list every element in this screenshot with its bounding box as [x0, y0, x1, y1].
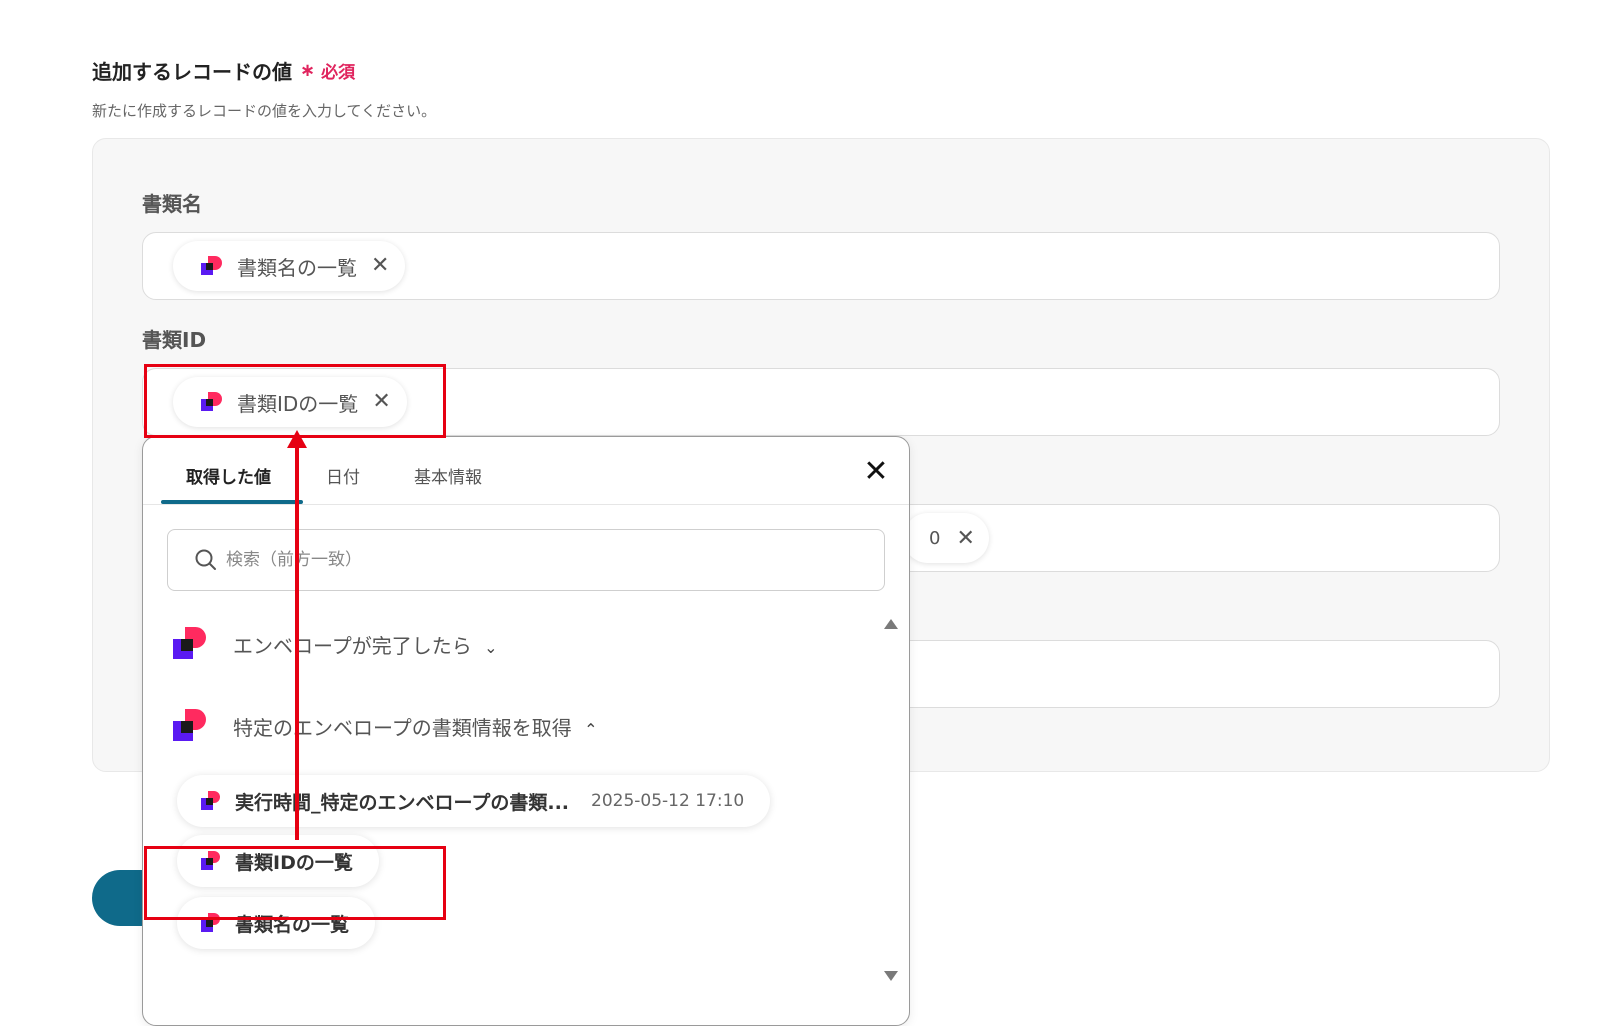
scrollbar[interactable]	[881, 615, 901, 995]
group-envelope-completed[interactable]: エンベロープが完了したら ⌄	[173, 627, 498, 661]
scroll-up-arrow-icon[interactable]	[884, 619, 898, 629]
chip-label-tail: 0	[929, 527, 941, 549]
required-asterisk: ∗	[300, 60, 316, 81]
group-label: エンベロープが完了したら	[233, 633, 472, 658]
chevron-up-icon[interactable]: ⌃	[584, 720, 597, 739]
search-field[interactable]	[167, 529, 885, 591]
annotation-arrow-up-icon	[287, 430, 307, 448]
remove-chip-icon[interactable]: ✕	[956, 526, 974, 551]
search-icon	[195, 549, 216, 570]
highlight-box-doc-id-item	[144, 846, 446, 920]
value-picker-popup: 取得した値 日付 基本情報 ✕ エンベロープが完了したら ⌄	[142, 436, 910, 1026]
app-logo-icon	[173, 627, 207, 661]
app-logo-icon	[201, 791, 221, 811]
active-tab-indicator	[161, 500, 303, 504]
value-item-preview: 2025-05-12 17:10	[591, 791, 745, 811]
app-logo-icon	[201, 255, 223, 277]
section-title-text: 追加するレコードの値	[92, 60, 292, 84]
tab-fetched-values[interactable]: 取得した値	[186, 463, 271, 488]
field-label-doc-id: 書類ID	[142, 328, 207, 352]
popup-tabs: 取得した値 日付 基本情報	[143, 437, 909, 505]
section-description: 新たに作成するレコードの値を入力してください。	[92, 102, 437, 120]
field-doc-name-input[interactable]: 書類名の一覧 ✕	[142, 232, 1500, 300]
value-item-label: 実行時間_特定のエンベロープの書類...	[235, 791, 570, 814]
remove-chip-icon[interactable]: ✕	[371, 255, 389, 277]
search-input[interactable]	[226, 550, 826, 570]
required-label: 必須	[321, 63, 356, 83]
highlight-box-doc-id-chip	[144, 364, 446, 438]
section-title: 追加するレコードの値 ∗ 必須	[92, 56, 355, 85]
scroll-down-arrow-icon[interactable]	[884, 971, 898, 981]
tab-date[interactable]: 日付	[326, 463, 360, 488]
field-label-doc-name: 書類名	[142, 192, 202, 216]
value-item-exec-time[interactable]: 実行時間_特定のエンベロープの書類... 2025-05-12 17:10	[177, 775, 771, 827]
app-logo-icon	[173, 709, 207, 743]
close-icon[interactable]: ✕	[859, 455, 893, 489]
group-label: 特定のエンベロープの書類情報を取得	[233, 715, 572, 740]
chevron-down-icon[interactable]: ⌄	[484, 638, 497, 657]
group-get-envelope-docs[interactable]: 特定のエンベロープの書類情報を取得 ⌃	[173, 709, 598, 743]
chip-label: 書類名の一覧	[237, 255, 357, 280]
value-chip-doc-name[interactable]: 書類名の一覧 ✕	[173, 241, 406, 291]
value-chip-partial[interactable]: 0 ✕	[903, 513, 989, 563]
annotation-arrow-line	[295, 446, 299, 840]
tab-basic-info[interactable]: 基本情報	[414, 463, 482, 488]
